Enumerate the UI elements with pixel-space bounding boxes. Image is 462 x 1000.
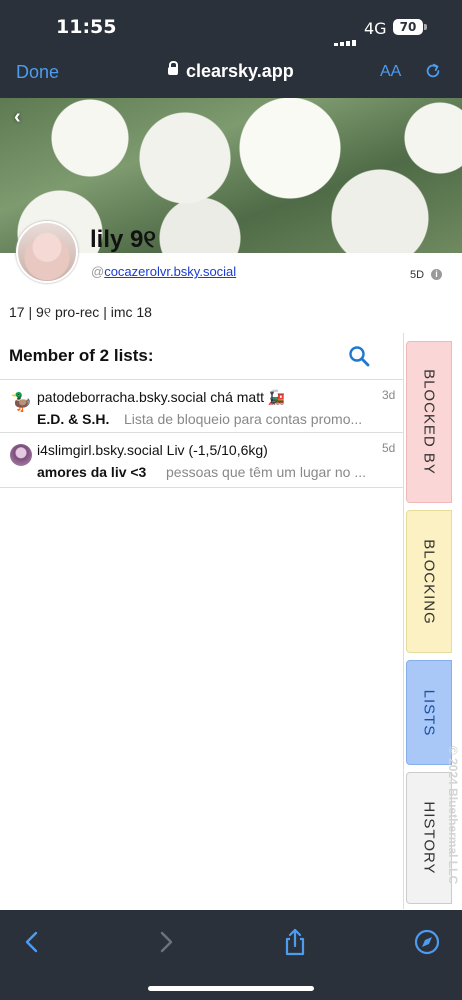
done-button[interactable]: Done — [16, 62, 59, 83]
lists-header: Member of 2 lists: — [9, 346, 154, 365]
list-owner: patodeborracha.bsky.social chá matt 🚂 — [37, 389, 286, 405]
tab-label: BLOCKED BY — [420, 369, 438, 475]
list-date: 3d — [382, 388, 396, 402]
tab-label: HISTORY — [420, 801, 438, 875]
list-owner: i4slimgirl.bsky.social Liv (-1,5/10,6kg) — [37, 442, 268, 458]
share-icon[interactable] — [281, 928, 309, 956]
tab-blocking[interactable]: BLOCKING — [406, 510, 452, 653]
divider — [0, 487, 403, 488]
list-description: Lista de bloqueio para contas promo... — [124, 411, 363, 427]
battery-icon: 70 — [393, 19, 423, 35]
status-bar: 11:55 4G 70 — [0, 0, 462, 52]
tab-blocked-by[interactable]: BLOCKED BY — [406, 341, 452, 503]
handle-prefix: @ — [91, 264, 105, 279]
reload-icon[interactable] — [424, 62, 442, 80]
copyright-text: © 2024 Bluethermal LLC — [446, 745, 460, 885]
text-size-button[interactable]: AA — [380, 63, 401, 81]
duck-avatar-icon: 🦆 — [10, 392, 33, 412]
copyright-notice: © 2024 Bluethermal LLC — [443, 725, 462, 905]
list-description: pessoas que têm um lugar no ... — [166, 464, 366, 480]
status-time: 11:55 — [56, 16, 117, 38]
list-name: E.D. & S.H. — [37, 411, 110, 427]
list-date: 5d — [382, 441, 396, 455]
browser-url-bar: Done clearsky.app AA — [0, 52, 462, 98]
tab-label: BLOCKING — [420, 538, 438, 625]
battery-tip — [424, 24, 427, 30]
back-icon[interactable] — [18, 928, 46, 956]
profile-handle: @cocazerolvr.bsky.social — [91, 264, 236, 279]
list-item[interactable]: 🦆 patodeborracha.bsky.social chá matt 🚂 … — [0, 380, 403, 436]
network-type: 4G — [364, 19, 387, 38]
search-icon[interactable] — [348, 345, 370, 367]
owner-avatar-icon — [10, 444, 32, 466]
url-text[interactable]: clearsky.app — [186, 61, 294, 82]
signal-icon — [334, 28, 358, 46]
list-item[interactable]: i4slimgirl.bsky.social Liv (-1,5/10,6kg)… — [0, 433, 403, 489]
tab-label: LISTS — [420, 689, 438, 736]
list-name: amores da liv <3 — [37, 464, 147, 480]
compass-icon[interactable] — [413, 928, 441, 956]
profile-bio: 17 | 9୧ pro-rec | imc 18 — [9, 304, 152, 320]
display-name: lily 9୧ — [90, 226, 156, 253]
avatar — [16, 221, 78, 283]
info-icon[interactable]: i — [431, 269, 442, 280]
account-age: 5D — [410, 269, 425, 281]
lock-icon — [168, 61, 178, 75]
handle-link[interactable]: cocazerolvr.bsky.social — [104, 264, 236, 279]
home-indicator — [148, 986, 314, 991]
back-chevron-icon[interactable]: ‹ — [14, 106, 21, 129]
forward-icon[interactable] — [152, 928, 180, 956]
